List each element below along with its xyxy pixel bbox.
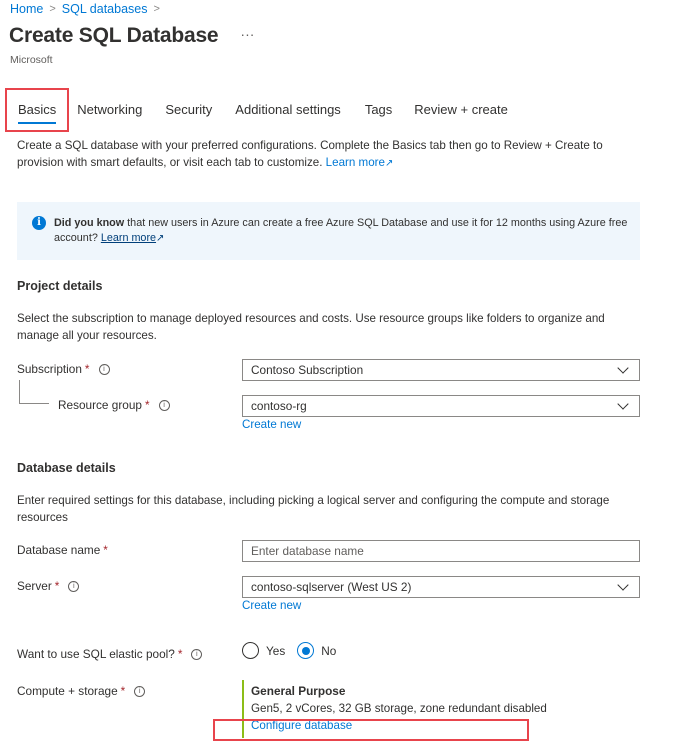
compute-description: Gen5, 2 vCores, 32 GB storage, zone redu… <box>251 702 547 715</box>
breadcrumb-sql-databases[interactable]: SQL databases <box>62 2 148 16</box>
server-label: Server * i <box>17 579 80 593</box>
external-link-icon: ↗ <box>156 233 165 244</box>
elastic-pool-no-radio[interactable] <box>297 642 315 659</box>
database-details-description: Enter required settings for this databas… <box>17 494 610 524</box>
label-text: Want to use SQL elastic pool? <box>17 647 175 661</box>
intro-description: Create a SQL database with your preferre… <box>17 139 603 169</box>
hierarchy-connector <box>19 380 49 404</box>
resource-group-label: Resource group * i <box>58 398 170 412</box>
info-banner-text: Did you know that new users in Azure can… <box>54 216 634 246</box>
elastic-pool-radio-group: Yes No <box>242 642 336 659</box>
required-asterisk: * <box>177 647 183 661</box>
tab-bar: Basics Networking Security Additional se… <box>5 88 508 132</box>
info-tooltip-icon[interactable]: i <box>68 580 80 592</box>
tab-label: Tags <box>364 102 393 117</box>
info-banner: i Did you know that new users in Azure c… <box>17 202 640 260</box>
chevron-down-icon <box>617 578 629 591</box>
tab-review-create[interactable]: Review + create <box>414 88 508 132</box>
info-icon: i <box>32 216 46 230</box>
info-tooltip-icon[interactable]: i <box>98 363 110 375</box>
tab-networking[interactable]: Networking <box>77 88 142 132</box>
elastic-pool-label: Want to use SQL elastic pool? * i <box>17 647 203 661</box>
page-title: Create SQL Database <box>9 24 219 47</box>
tab-label: Basics <box>18 102 57 117</box>
server-dropdown[interactable]: contoso-sqlserver (West US 2) <box>242 576 640 598</box>
active-tab-indicator <box>18 122 57 124</box>
info-tooltip-icon[interactable]: i <box>191 648 203 660</box>
database-name-placeholder: Enter database name <box>251 544 364 558</box>
database-name-label: Database name * <box>17 543 108 557</box>
tab-tags[interactable]: Tags <box>365 88 392 132</box>
tab-label: Networking <box>77 102 143 117</box>
chevron-down-icon <box>617 361 629 374</box>
required-asterisk: * <box>54 579 60 593</box>
tab-label: Security <box>165 102 213 117</box>
label-text: Server <box>17 579 52 593</box>
configure-database-highlight <box>213 719 529 741</box>
label-text: Compute + storage <box>17 684 118 698</box>
label-text: Database name <box>17 543 101 557</box>
required-asterisk: * <box>120 684 126 698</box>
compute-tier: General Purpose <box>251 684 346 698</box>
subscription-value: Contoso Subscription <box>251 363 364 377</box>
radio-label-yes[interactable]: Yes <box>266 644 285 658</box>
resource-group-dropdown[interactable]: contoso-rg <box>242 395 640 417</box>
learn-more-link[interactable]: Learn more <box>326 156 385 169</box>
more-options-icon[interactable]: ··· <box>240 26 254 42</box>
chevron-right-icon: > <box>153 3 160 15</box>
label-text: Subscription <box>17 362 82 376</box>
compute-storage-label: Compute + storage * i <box>17 684 146 698</box>
chevron-down-icon <box>617 397 629 410</box>
title-row: Create SQL Database ··· <box>9 24 254 48</box>
project-details-heading: Project details <box>17 279 103 293</box>
tab-label: Review + create <box>414 102 508 117</box>
resource-group-value: contoso-rg <box>251 399 307 413</box>
free-account-learn-more-link[interactable]: Learn more <box>101 232 156 244</box>
label-text: Resource group <box>58 398 142 412</box>
chevron-right-icon: > <box>49 3 56 15</box>
database-details-heading: Database details <box>17 461 116 475</box>
publisher-label: Microsoft <box>10 54 53 66</box>
create-new-resource-group-link[interactable]: Create new <box>242 418 301 431</box>
tab-basics[interactable]: Basics <box>5 88 70 132</box>
external-link-icon: ↗ <box>384 157 394 169</box>
intro-text: Create a SQL database with your preferre… <box>17 138 617 172</box>
project-details-description: Select the subscription to manage deploy… <box>17 312 605 342</box>
subscription-dropdown[interactable]: Contoso Subscription <box>242 359 640 381</box>
info-banner-bold: Did you know <box>54 217 125 229</box>
required-asterisk: * <box>144 398 150 412</box>
breadcrumb: Home > SQL databases > <box>10 2 160 16</box>
tab-additional-settings[interactable]: Additional settings <box>235 88 341 132</box>
required-asterisk: * <box>103 543 108 557</box>
required-asterisk: * <box>84 362 90 376</box>
database-name-input[interactable]: Enter database name <box>242 540 640 562</box>
info-tooltip-icon[interactable]: i <box>134 685 146 697</box>
elastic-pool-yes-radio[interactable] <box>242 642 259 659</box>
tab-label: Additional settings <box>235 102 341 117</box>
subscription-label: Subscription * i <box>17 362 110 376</box>
info-tooltip-icon[interactable]: i <box>158 399 170 411</box>
breadcrumb-home[interactable]: Home <box>10 2 43 16</box>
radio-label-no[interactable]: No <box>321 644 336 658</box>
server-value: contoso-sqlserver (West US 2) <box>251 580 412 594</box>
create-new-server-link[interactable]: Create new <box>242 599 301 612</box>
tab-security[interactable]: Security <box>165 88 212 132</box>
